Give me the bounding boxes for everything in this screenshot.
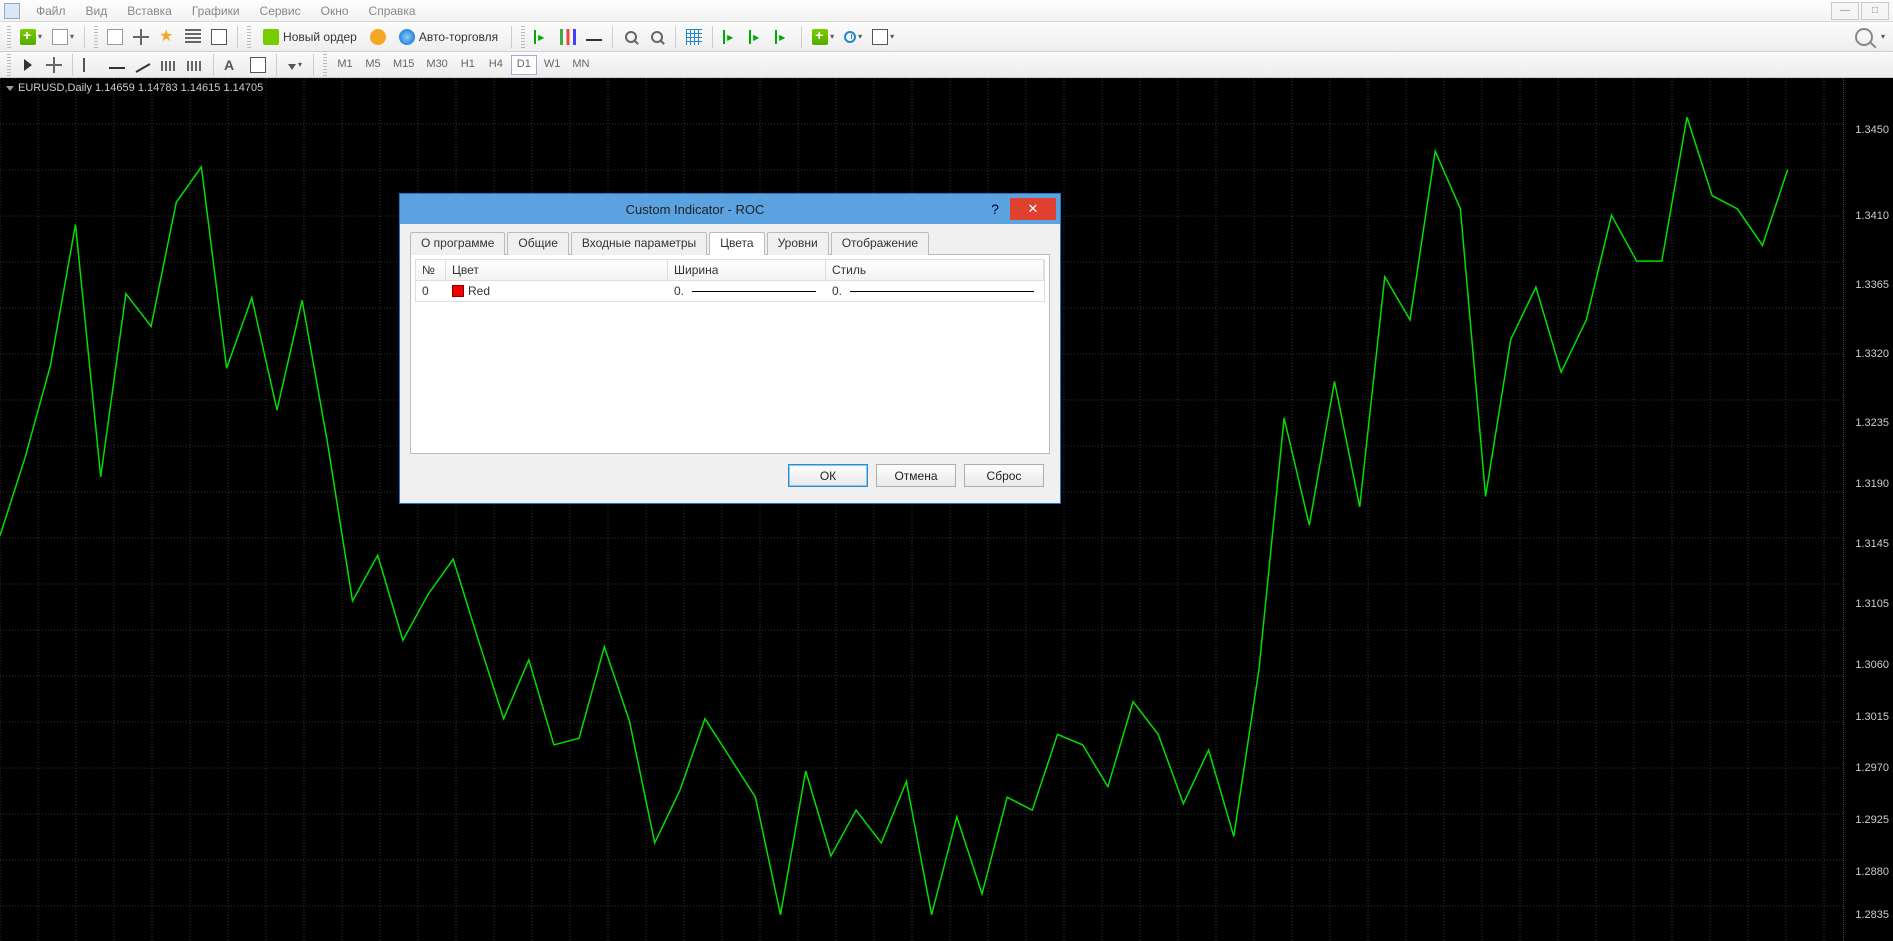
tf-d1[interactable]: D1 bbox=[511, 55, 537, 75]
color-swatch-icon bbox=[452, 285, 464, 297]
tf-m30[interactable]: M30 bbox=[421, 55, 452, 75]
menu-view[interactable]: Вид bbox=[76, 2, 118, 20]
auto-trading-button[interactable]: Авто-торговля bbox=[392, 25, 505, 49]
dialog-titlebar[interactable]: Custom Indicator - ROC ? ✕ bbox=[400, 194, 1060, 224]
menu-service[interactable]: Сервис bbox=[250, 2, 311, 20]
data-window-button[interactable] bbox=[181, 25, 205, 49]
ok-button[interactable]: ОК bbox=[788, 464, 868, 487]
tf-h4[interactable]: H4 bbox=[483, 55, 509, 75]
chart-shift-button[interactable] bbox=[771, 25, 795, 49]
cancel-button[interactable]: Отмена bbox=[876, 464, 956, 487]
toolbar-grip bbox=[247, 26, 251, 48]
tab-colors[interactable]: Цвета bbox=[709, 232, 764, 255]
search-icon bbox=[1855, 28, 1873, 46]
templates-button[interactable]: ▾ bbox=[868, 25, 898, 49]
dialog-close-button[interactable]: ✕ bbox=[1010, 198, 1056, 220]
indicator-properties-dialog: Custom Indicator - ROC ? ✕ О программе О… bbox=[399, 193, 1061, 504]
toolbar-grip bbox=[521, 26, 525, 48]
zoom-out-button[interactable] bbox=[645, 25, 669, 49]
dialog-help-button[interactable]: ? bbox=[980, 201, 1010, 217]
text-label-tool[interactable] bbox=[246, 53, 270, 77]
app-icon bbox=[4, 3, 20, 19]
equidistant-channel-tool[interactable] bbox=[157, 53, 181, 77]
color-row-0[interactable]: 0 Red 0. 0. bbox=[415, 281, 1045, 302]
arrows-tool[interactable]: ▾ bbox=[283, 53, 307, 77]
toolbar-grip bbox=[7, 26, 11, 48]
price-axis: 1.34501.34101.33651.33201.32351.31901.31… bbox=[1843, 78, 1893, 941]
periodicity-button[interactable]: ▾ bbox=[840, 25, 866, 49]
line-chart-button[interactable] bbox=[582, 25, 606, 49]
new-chart-button[interactable]: ▾ bbox=[16, 25, 46, 49]
zoom-in-button[interactable] bbox=[619, 25, 643, 49]
trendline-tool[interactable] bbox=[131, 53, 155, 77]
tab-levels[interactable]: Уровни bbox=[767, 232, 829, 255]
new-order-button[interactable]: Новый ордер bbox=[256, 25, 364, 49]
toolbar-grip bbox=[323, 54, 327, 76]
tile-windows-button[interactable] bbox=[682, 25, 706, 49]
tab-visualization[interactable]: Отображение bbox=[831, 232, 929, 255]
window-restore-button[interactable]: □ bbox=[1861, 2, 1889, 20]
favorites-button[interactable]: ★ bbox=[155, 25, 179, 49]
shift-end-button[interactable] bbox=[719, 25, 743, 49]
main-toolbar: ▾ ▾ ★ Новый ордер Авто-торговля ▾ ▾ ▾ ▾ bbox=[0, 22, 1893, 52]
dialog-tabs: О программе Общие Входные параметры Цвет… bbox=[410, 232, 1050, 255]
menu-file[interactable]: Файл bbox=[26, 2, 76, 20]
indicators-button[interactable]: ▾ bbox=[808, 25, 838, 49]
tab-common[interactable]: Общие bbox=[507, 232, 568, 255]
reset-button[interactable]: Сброс bbox=[964, 464, 1044, 487]
tf-m15[interactable]: M15 bbox=[388, 55, 419, 75]
auto-scroll-button[interactable] bbox=[745, 25, 769, 49]
crosshair-button[interactable] bbox=[129, 25, 153, 49]
tf-m1[interactable]: M1 bbox=[332, 55, 358, 75]
dialog-title: Custom Indicator - ROC bbox=[410, 202, 980, 217]
toolbar-grip bbox=[7, 54, 11, 76]
toolbar-grip bbox=[94, 26, 98, 48]
menu-help[interactable]: Справка bbox=[359, 2, 426, 20]
candle-chart-button[interactable] bbox=[556, 25, 580, 49]
text-tool[interactable]: A bbox=[220, 53, 244, 77]
tab-about[interactable]: О программе bbox=[410, 232, 505, 255]
tf-w1[interactable]: W1 bbox=[539, 55, 566, 75]
drawing-toolbar: A ▾ M1 M5 M15 M30 H1 H4 D1 W1 MN bbox=[0, 52, 1893, 78]
vertical-line-tool[interactable] bbox=[79, 53, 103, 77]
tf-mn[interactable]: MN bbox=[567, 55, 594, 75]
crosshair-tool[interactable] bbox=[42, 53, 66, 77]
menubar: Файл Вид Вставка Графики Сервис Окно Спр… bbox=[0, 0, 1893, 22]
menu-window[interactable]: Окно bbox=[311, 2, 359, 20]
window-minimize-button[interactable]: — bbox=[1831, 2, 1859, 20]
tf-h1[interactable]: H1 bbox=[455, 55, 481, 75]
colors-panel: № Цвет Ширина Стиль 0 Red 0. 0. bbox=[410, 254, 1050, 454]
profiles-button[interactable]: ▾ bbox=[48, 25, 78, 49]
horizontal-line-tool[interactable] bbox=[105, 53, 129, 77]
menu-charts[interactable]: Графики bbox=[182, 2, 250, 20]
search-button[interactable]: ▾ bbox=[1851, 25, 1889, 49]
tab-inputs[interactable]: Входные параметры bbox=[571, 232, 707, 255]
bar-chart-button[interactable] bbox=[530, 25, 554, 49]
fibonacci-tool[interactable] bbox=[183, 53, 207, 77]
cursor-tool[interactable] bbox=[16, 53, 40, 77]
menu-insert[interactable]: Вставка bbox=[117, 2, 182, 20]
tf-m5[interactable]: M5 bbox=[360, 55, 386, 75]
colors-grid-header: № Цвет Ширина Стиль bbox=[415, 259, 1045, 281]
terminal-button[interactable] bbox=[207, 25, 231, 49]
metaquotes-button[interactable] bbox=[366, 25, 390, 49]
market-watch-button[interactable] bbox=[103, 25, 127, 49]
